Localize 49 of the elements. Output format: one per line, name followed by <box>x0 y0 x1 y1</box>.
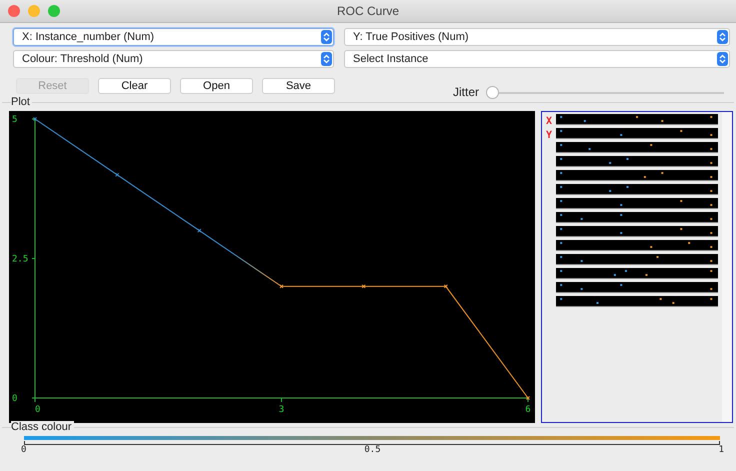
attribute-strip[interactable] <box>556 142 718 153</box>
action-button[interactable]: Clear <box>98 78 171 94</box>
dropdown[interactable]: Select Instance <box>344 50 730 68</box>
attribute-strip[interactable] <box>556 128 718 139</box>
data-point <box>33 117 37 121</box>
attribute-strip[interactable] <box>556 198 718 209</box>
y-tick-label: 0 <box>12 394 18 404</box>
data-point <box>444 284 448 288</box>
attribute-strip[interactable] <box>556 254 718 265</box>
dropdown[interactable]: X: Instance_number (Num) <box>13 28 334 46</box>
x-tick-label: 3 <box>278 405 284 415</box>
scale-tick-label: 0.5 <box>364 445 381 455</box>
attribute-strip[interactable] <box>556 184 718 195</box>
window-title: ROC Curve <box>336 4 399 18</box>
data-point <box>526 396 530 400</box>
axis-marker: Y <box>546 129 552 142</box>
attribute-strip[interactable] <box>556 212 718 223</box>
class-colour-title: Class colour <box>11 421 74 433</box>
attribute-strip[interactable] <box>556 114 718 125</box>
stepper-icon <box>717 30 728 44</box>
x-tick-label: 0 <box>35 405 40 415</box>
action-button[interactable]: Save <box>262 78 335 94</box>
scale-tick-label: 0 <box>21 445 26 455</box>
y-tick-label: 5 <box>12 115 18 125</box>
attribute-strip[interactable] <box>556 226 718 237</box>
dropdown[interactable]: Y: True Positives (Num) <box>344 28 730 46</box>
attribute-strip[interactable] <box>556 296 718 307</box>
attribute-strip[interactable] <box>556 156 718 167</box>
action-button[interactable]: Open <box>180 78 253 94</box>
scale-tick-label: 1 <box>718 445 724 455</box>
attribute-strip[interactable] <box>556 282 718 293</box>
stepper-icon <box>321 30 332 44</box>
data-point <box>115 172 120 177</box>
y-tick-label: 2.5 <box>12 254 28 264</box>
x-tick-label: 6 <box>525 405 531 415</box>
data-point <box>197 228 202 233</box>
dropdown[interactable]: Colour: Threshold (Num) <box>13 50 334 68</box>
stepper-icon <box>321 52 332 66</box>
data-point <box>280 284 284 288</box>
plot-title: Plot <box>11 96 32 108</box>
jitter-label: Jitter <box>452 85 479 99</box>
data-point <box>362 284 366 288</box>
attribute-strip[interactable] <box>556 268 718 279</box>
axis-marker: X <box>546 115 552 128</box>
stepper-icon <box>717 52 728 66</box>
attribute-strip[interactable] <box>556 240 718 251</box>
scrollbar[interactable] <box>722 112 732 422</box>
attribute-strip[interactable] <box>556 170 718 181</box>
slider-thumb[interactable] <box>486 86 499 98</box>
